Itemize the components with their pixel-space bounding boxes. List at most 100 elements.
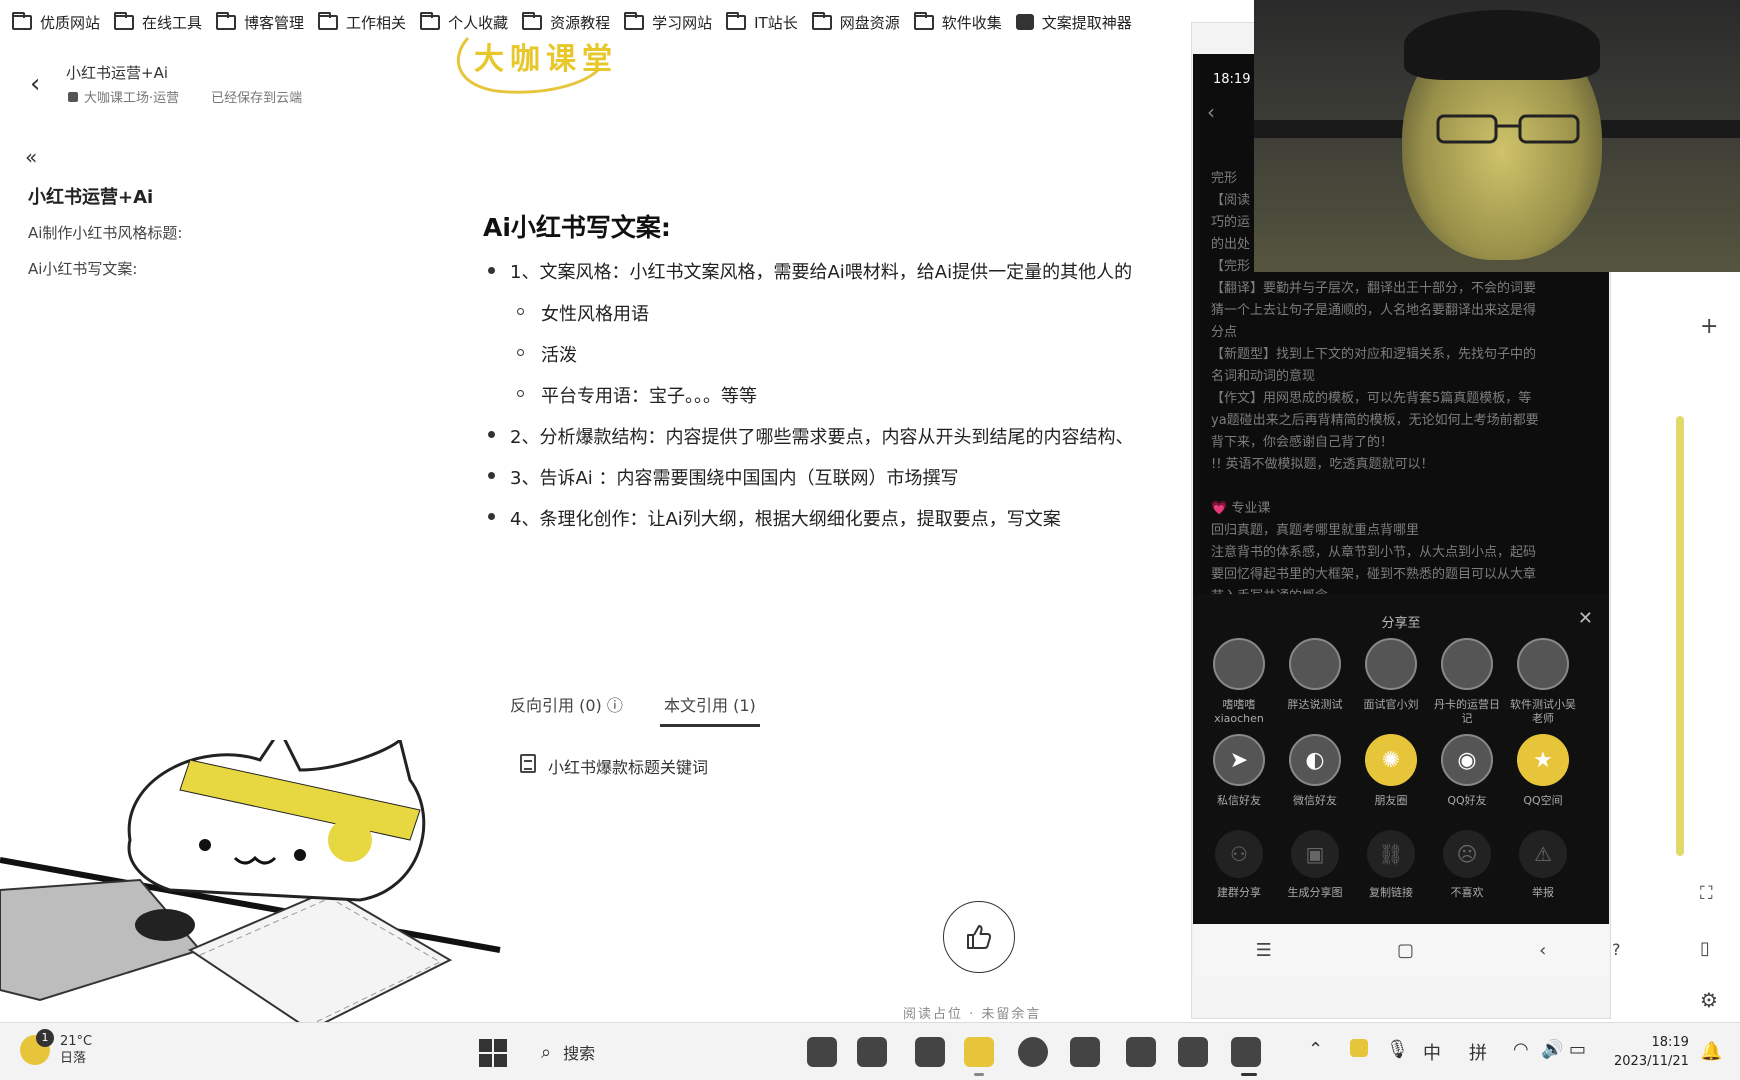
bullet-dot: [488, 431, 495, 438]
screenshot-icon[interactable]: ⛶: [1700, 883, 1713, 904]
ime-mode[interactable]: 拼: [1469, 1039, 1487, 1065]
share-label: 微信好友: [1293, 794, 1337, 807]
bookmark-item[interactable]: 软件收集: [913, 0, 1016, 44]
dislike-icon: ☹: [1443, 830, 1491, 878]
volume-icon[interactable]: 🔊: [1541, 1039, 1563, 1060]
bookmark-item[interactable]: 工作相关: [318, 0, 420, 44]
share-label: 朋友圈: [1374, 794, 1408, 807]
clock-time: 18:19: [1651, 1035, 1689, 1050]
platform-share-item[interactable]: ◐ 微信好友: [1281, 734, 1349, 808]
warning-icon: ⚠: [1519, 830, 1567, 878]
qq-icon: ◉: [1441, 734, 1493, 786]
taskbar-app-notepad[interactable]: [1126, 1037, 1156, 1067]
contact-share-item[interactable]: 胖达说测试: [1281, 638, 1349, 712]
platform-share-item[interactable]: ◉ QQ好友: [1433, 734, 1501, 808]
phone-time: 18:19: [1213, 72, 1251, 87]
share-label: QQ空间: [1523, 794, 1563, 807]
taskbar-app-folder[interactable]: [964, 1037, 994, 1067]
collapse-sidebar-icon[interactable]: «: [25, 145, 37, 169]
outline-item-titles[interactable]: Ai制作小红书风格标题:: [28, 222, 182, 243]
taskbar-app-preview[interactable]: [807, 1037, 837, 1067]
share-sheet: 分享至 ✕ 嗜嗜嗜 xiaochen 胖达说测试 面试官小刘 丹卡的运营日记 软件测试小…: [1193, 594, 1609, 976]
contact-share-item[interactable]: 软件测试小吴老师: [1509, 638, 1577, 726]
sidebar-toggle-icon[interactable]: ▯: [1700, 938, 1710, 959]
add-icon[interactable]: +: [1700, 314, 1718, 339]
save-status: 已经保存到云端: [211, 91, 303, 106]
contact-share-item[interactable]: 嗜嗜嗜 xiaochen: [1205, 638, 1273, 726]
back-button[interactable]: ‹: [30, 71, 50, 97]
section-heading: Ai小红书写文案:: [483, 213, 671, 242]
share-label: 丹卡的运营日记: [1434, 698, 1500, 725]
bookmark-item[interactable]: 优质网站: [12, 0, 114, 44]
taskbar-app-phone[interactable]: [1231, 1037, 1261, 1067]
settings-icon[interactable]: ⚙: [1700, 988, 1718, 1012]
taskbar-search[interactable]: ⌕ 搜索: [537, 1033, 781, 1071]
platform-share-item[interactable]: ➤ 私信好友: [1205, 734, 1273, 808]
tray-overflow-icon[interactable]: ⌃: [1308, 1039, 1323, 1060]
clock[interactable]: 18:19 2023/11/21: [1614, 1033, 1689, 1071]
menu-icon[interactable]: ☰: [1256, 940, 1272, 961]
outline-title[interactable]: 小红书运营+Ai: [28, 183, 153, 209]
back-nav-icon[interactable]: ‹: [1539, 940, 1546, 961]
weather-sun-icon: 1: [20, 1029, 54, 1065]
share-label: 复制链接: [1369, 886, 1413, 899]
taskbar-app-store[interactable]: [1070, 1037, 1100, 1067]
action-share-item[interactable]: ⚠ 举报: [1509, 830, 1577, 900]
avatar: [1517, 638, 1569, 690]
phone-back-icon[interactable]: ‹: [1207, 100, 1215, 124]
battery-icon[interactable]: ▭: [1569, 1039, 1586, 1060]
taskbar-app-teams[interactable]: [915, 1037, 945, 1067]
cat-sticker-image: [0, 740, 501, 1030]
taskbar: 1 21°C 日落 ⌕ 搜索 ⌃ 🎙 中 拼 ◠ 🔊 ▭ 18:19 2023/…: [0, 1022, 1740, 1080]
thumbs-up-icon: [967, 925, 992, 949]
start-button[interactable]: [479, 1039, 507, 1067]
contact-share-item[interactable]: 丹卡的运营日记: [1433, 638, 1501, 726]
send-icon: ➤: [1213, 734, 1265, 786]
taskbar-app-tools[interactable]: [1178, 1037, 1208, 1067]
action-share-item[interactable]: ⛓ 复制链接: [1357, 830, 1425, 900]
scrollbar[interactable]: [1676, 416, 1684, 856]
platform-share-item[interactable]: ★ QQ空间: [1509, 734, 1577, 808]
share-label: QQ好友: [1447, 794, 1487, 807]
help-icon[interactable]: ⓘ: [607, 696, 623, 715]
microphone-icon[interactable]: 🎙: [1386, 1039, 1409, 1060]
bookmark-item[interactable]: 在线工具: [114, 0, 216, 44]
close-icon[interactable]: ✕: [1578, 608, 1593, 629]
folder-icon: [420, 11, 441, 30]
tab-this-doc-refs[interactable]: 本文引用 (1): [664, 692, 756, 716]
phone-nav-bar: ☰ ▢ ‹: [1193, 924, 1609, 976]
bookmark-label: 工作相关: [346, 13, 407, 32]
space-icon: [68, 92, 78, 102]
wifi-icon[interactable]: ◠: [1513, 1039, 1529, 1060]
notification-bell-icon[interactable]: 🔔: [1700, 1041, 1722, 1062]
like-button[interactable]: [943, 901, 1015, 973]
help-circle-icon[interactable]: ?: [1612, 940, 1621, 959]
weather-widget[interactable]: 1 21°C 日落: [20, 1029, 92, 1067]
taskbar-app-edge[interactable]: [1018, 1037, 1048, 1067]
tab-backlinks[interactable]: 反向引用 (0) ⓘ: [510, 692, 623, 716]
action-share-item[interactable]: ☹ 不喜欢: [1433, 830, 1501, 900]
bookmark-item[interactable]: 文案提取神器: [1015, 0, 1146, 44]
platform-share-item[interactable]: ✺ 朋友圈: [1357, 734, 1425, 808]
bookmark-item[interactable]: 博客管理: [216, 0, 318, 44]
action-share-item[interactable]: ▣ 生成分享图: [1281, 830, 1349, 900]
bookmark-item[interactable]: 学习网站: [624, 0, 726, 44]
reference-link[interactable]: 小红书爆款标题关键词: [548, 754, 708, 778]
taskbar-app-files[interactable]: [857, 1037, 887, 1067]
post-text-line: 注意背书的体系感，从章节到小节，从大点到小点，起码: [1211, 545, 1537, 560]
avatar: [1213, 638, 1265, 690]
webcam-overlay: [1254, 0, 1740, 272]
bookmark-item[interactable]: 网盘资源: [811, 0, 914, 44]
contact-share-item[interactable]: 面试官小刘: [1357, 638, 1425, 712]
avatar: [1365, 638, 1417, 690]
folder-icon: [318, 11, 339, 30]
outline-item-copywriting[interactable]: Ai小红书写文案:: [28, 258, 137, 279]
action-share-item[interactable]: ⚇ 建群分享: [1205, 830, 1273, 900]
tray-app-icon[interactable]: [1350, 1039, 1368, 1057]
avatar: [1289, 638, 1341, 690]
brand-logo: 大咖课堂: [448, 30, 618, 100]
space-label[interactable]: 大咖课工场·运营: [68, 87, 179, 106]
ime-language[interactable]: 中: [1423, 1039, 1441, 1065]
home-icon[interactable]: ▢: [1397, 940, 1414, 961]
bookmark-item[interactable]: IT站长: [726, 0, 812, 44]
